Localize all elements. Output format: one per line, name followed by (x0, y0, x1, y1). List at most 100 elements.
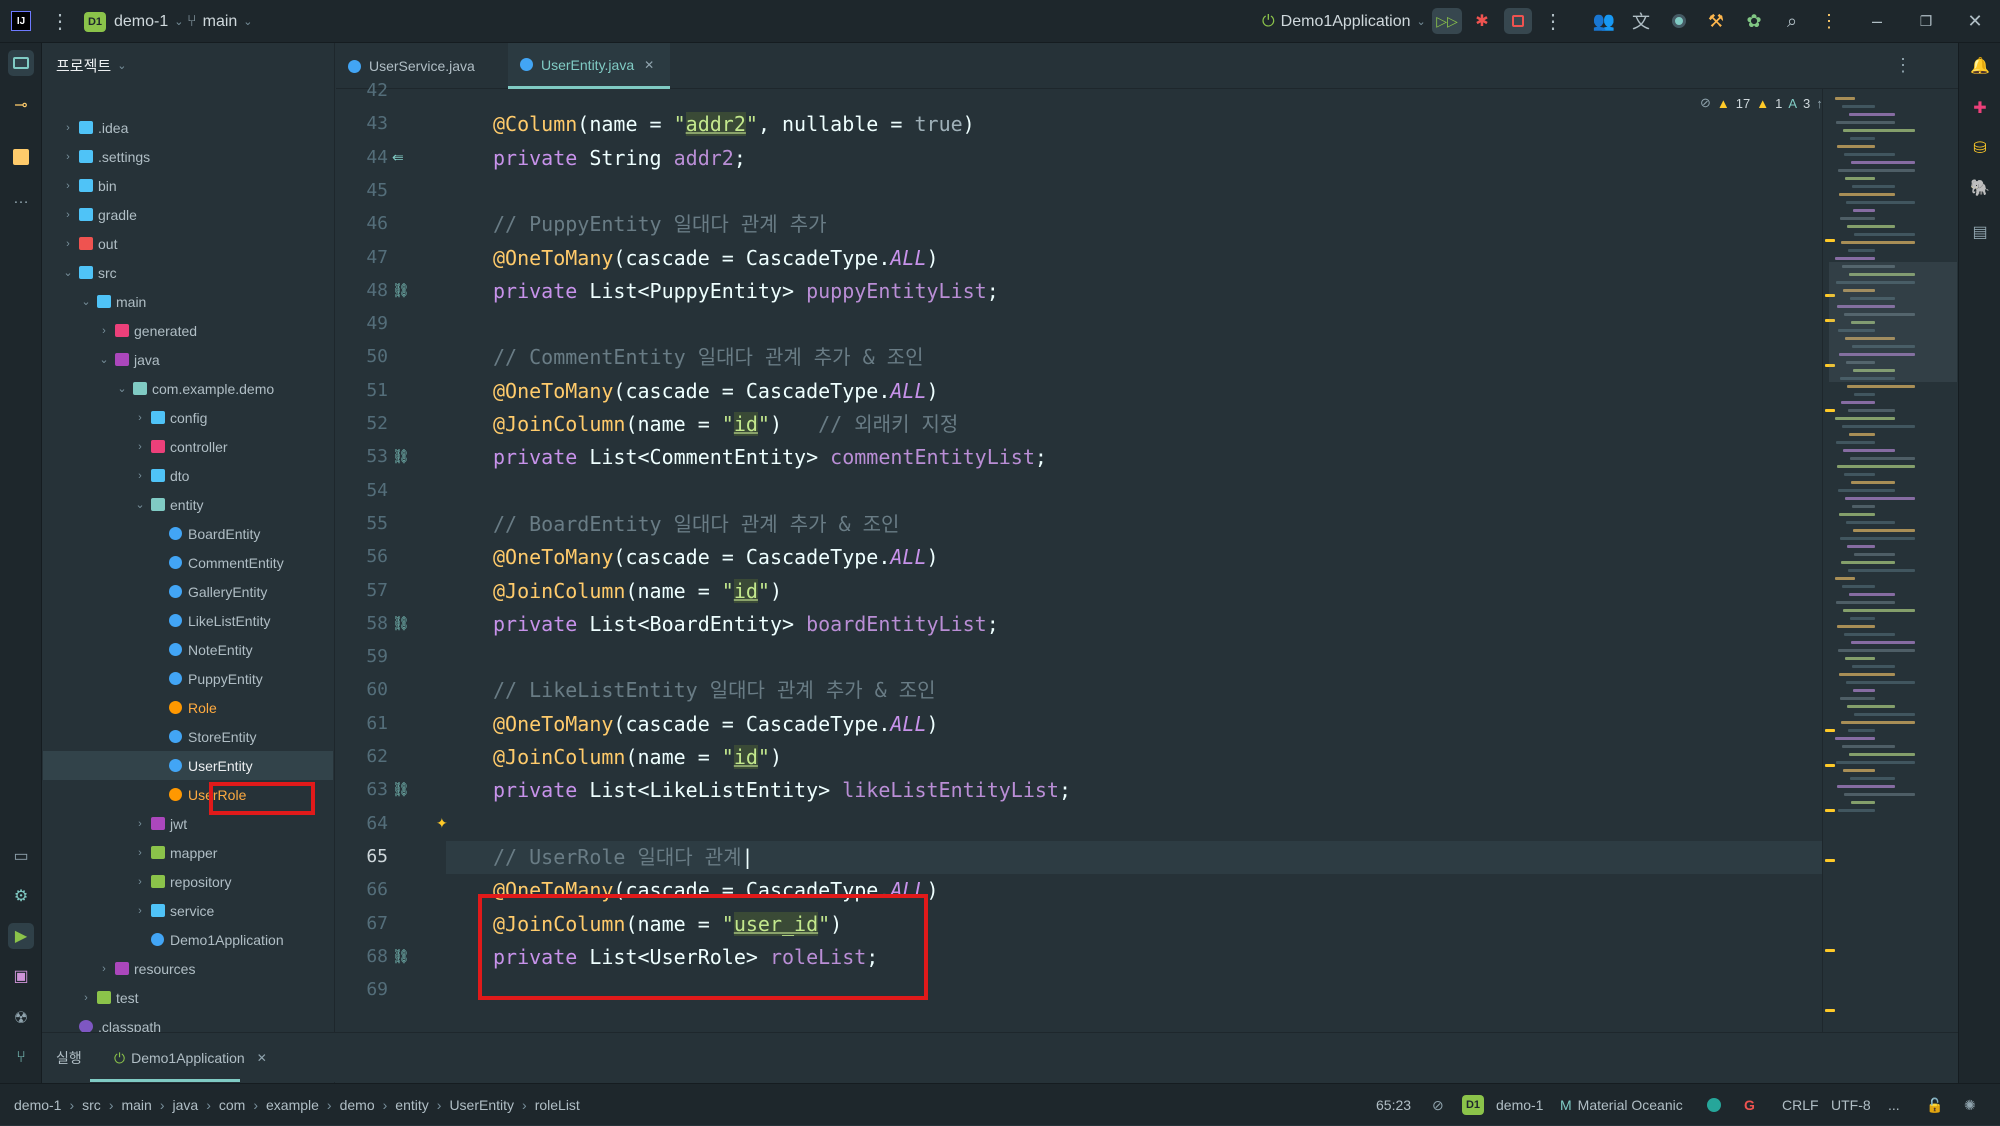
warning-marker[interactable] (1825, 729, 1835, 732)
code-line[interactable]: private List<LikeListEntity> likeListEnt… (493, 774, 1071, 807)
stop-icon[interactable] (1504, 8, 1532, 34)
chevron-right-icon[interactable]: › (133, 412, 147, 424)
inspection-widget[interactable]: ⊘ ▲ 17 ▲ 1 A 3 ↑ ↓ (1700, 93, 1835, 113)
tree-item-userentity[interactable]: UserEntity (43, 751, 333, 780)
debug-icon[interactable]: ✱ (1469, 8, 1495, 34)
relation-link-icon[interactable]: ⛓ (392, 948, 410, 965)
tree-item-out[interactable]: › out (43, 229, 333, 258)
copilot-status-icon[interactable] (1707, 1084, 1721, 1126)
tree-item-resources[interactable]: › resources (43, 954, 333, 983)
tree-item-galleryentity[interactable]: GalleryEntity (43, 577, 333, 606)
plugin-icon[interactable]: ✚ (1967, 95, 1993, 121)
chevron-right-icon[interactable]: › (133, 905, 147, 917)
tree-item-commententity[interactable]: CommentEntity (43, 548, 333, 577)
code-editor[interactable]: 42 43 44 ⇚ 45 46 47 48 ⛓ 49 50 51 52 53 ⛓ 54 55 56 57 58 ⛓ 59… (336, 80, 1958, 1032)
code-line[interactable]: @OneToMany(cascade = CascadeType.ALL) (493, 541, 939, 574)
breadcrumb-item[interactable]: roleList (535, 1097, 580, 1113)
google-icon[interactable]: G (1744, 1084, 1755, 1126)
memory-indicator-icon[interactable]: ✺ (1964, 1084, 1976, 1126)
project-status[interactable]: D1 demo-1 (1462, 1084, 1543, 1126)
breadcrumb-item[interactable]: UserEntity (449, 1097, 514, 1113)
close-tab-icon[interactable]: ✕ (257, 1051, 267, 1065)
code-line[interactable]: @JoinColumn(name = "id") // 외래키 지정 (493, 408, 958, 441)
warning-marker[interactable] (1825, 409, 1835, 412)
chevron-right-icon[interactable]: › (133, 876, 147, 888)
translate-icon[interactable]: 文 (1628, 8, 1654, 34)
warning-marker[interactable] (1825, 859, 1835, 862)
tree-item-puppyentity[interactable]: PuppyEntity (43, 664, 333, 693)
relation-link-icon[interactable]: ⛓ (392, 448, 410, 465)
chevron-right-icon[interactable]: › (61, 238, 75, 250)
lock-icon[interactable]: 🔓 (1926, 1084, 1943, 1126)
code-line[interactable]: // LikeListEntity 일대다 관계 추가 & 조인 (493, 674, 936, 707)
tree-item-generated[interactable]: › generated (43, 316, 333, 345)
bookmarks-icon[interactable]: ▭ (8, 843, 34, 869)
build-tools-icon[interactable]: ⚒ (1703, 8, 1729, 34)
gradle-icon[interactable]: 🐘 (1967, 175, 1993, 201)
chevron-right-icon[interactable]: › (97, 963, 111, 975)
code-line[interactable]: @Column(name = "addr2", nullable = true) (493, 108, 975, 141)
project-icon[interactable] (8, 50, 34, 76)
tree-item-main[interactable]: ⌄ main (43, 287, 333, 316)
terminal-icon[interactable]: ▣ (8, 963, 34, 989)
breadcrumb-item[interactable]: demo-1 (14, 1097, 61, 1113)
tree-item-gradle[interactable]: › gradle (43, 200, 333, 229)
chevron-right-icon[interactable]: › (133, 441, 147, 453)
tree-item-role[interactable]: Role (43, 693, 333, 722)
minimap-viewport[interactable] (1829, 262, 1957, 382)
tree-item-java[interactable]: ⌄ java (43, 345, 333, 374)
chevron-right-icon[interactable]: › (79, 992, 93, 1004)
code-line[interactable]: private List<PuppyEntity> puppyEntityLis… (493, 275, 999, 308)
breadcrumb-item[interactable]: entity (395, 1097, 428, 1113)
tree-item-com-example-demo[interactable]: ⌄ com.example.demo (43, 374, 333, 403)
breadcrumb-item[interactable]: java (173, 1097, 199, 1113)
code-line[interactable]: // CommentEntity 일대다 관계 추가 & 조인 (493, 341, 924, 374)
tree-item-config[interactable]: › config (43, 403, 333, 432)
branch-selector[interactable]: ⑂ main ⌄ (187, 0, 253, 43)
chevron-right-icon[interactable]: › (61, 122, 75, 134)
tree-item-service[interactable]: › service (43, 896, 333, 925)
chevron-down-icon[interactable]: ⌄ (115, 382, 129, 395)
tree-item-likelistentity[interactable]: LikeListEntity (43, 606, 333, 635)
chevron-down-icon[interactable]: ⌄ (133, 498, 147, 511)
file-encoding[interactable]: UTF-8 (1831, 1084, 1871, 1126)
ai-assistant-icon[interactable]: ✿ (1741, 8, 1767, 34)
warning-marker[interactable] (1825, 239, 1835, 242)
chevron-down-icon[interactable]: ⌄ (79, 295, 93, 308)
tab-userentity[interactable]: UserEntity.java ✕ (508, 43, 670, 89)
implemented-icon[interactable]: ⇚ (392, 149, 404, 166)
minimize-icon[interactable]: – (1864, 8, 1890, 34)
tree-item-idea[interactable]: › .idea (43, 113, 333, 142)
chevron-down-icon[interactable]: ⌄ (97, 353, 111, 366)
line-separator[interactable]: CRLF (1782, 1084, 1819, 1126)
search-icon[interactable]: ⌕ (1779, 8, 1805, 34)
read-only-icon[interactable]: ⊘ (1432, 1084, 1444, 1126)
close-icon[interactable]: ✕ (1962, 8, 1988, 34)
structure-icon[interactable] (8, 144, 34, 170)
code-line[interactable]: private String addr2; (493, 142, 746, 175)
tree-item-boardentity[interactable]: BoardEntity (43, 519, 333, 548)
code-line[interactable]: // BoardEntity 일대다 관계 추가 & 조인 (493, 508, 899, 541)
minimap[interactable] (1822, 89, 1958, 1032)
more-actions-icon[interactable]: ⋮ (1540, 8, 1566, 34)
ai-panel-icon[interactable]: ▤ (1967, 219, 1993, 245)
tree-item-storeentity[interactable]: StoreEntity (43, 722, 333, 751)
problems-icon[interactable]: ☢ (8, 1005, 34, 1031)
commit-icon[interactable]: ⊸ (8, 92, 34, 118)
close-tab-icon[interactable]: ✕ (644, 58, 654, 72)
intention-bulb-icon[interactable]: ✦ (436, 815, 448, 832)
tab-menu-icon[interactable]: ⋮ (1894, 55, 1912, 76)
services-icon[interactable]: ⚙ (8, 883, 34, 909)
record-icon[interactable] (1666, 8, 1692, 34)
warning-marker[interactable] (1825, 764, 1835, 767)
code-line[interactable]: // UserRole 일대다 관계| (493, 841, 754, 874)
more-status[interactable]: ... (1888, 1084, 1900, 1126)
relation-link-icon[interactable]: ⛓ (392, 781, 410, 798)
chevron-right-icon[interactable]: › (133, 818, 147, 830)
code-line[interactable]: @OneToMany(cascade = CascadeType.ALL) (493, 242, 939, 275)
run-config-selector[interactable]: ⏻ Demo1Application ⌄ (1262, 0, 1426, 43)
chevron-right-icon[interactable]: › (61, 151, 75, 163)
tree-item-noteentity[interactable]: NoteEntity (43, 635, 333, 664)
chevron-right-icon[interactable]: › (61, 209, 75, 221)
tree-item-settings[interactable]: › .settings (43, 142, 333, 171)
